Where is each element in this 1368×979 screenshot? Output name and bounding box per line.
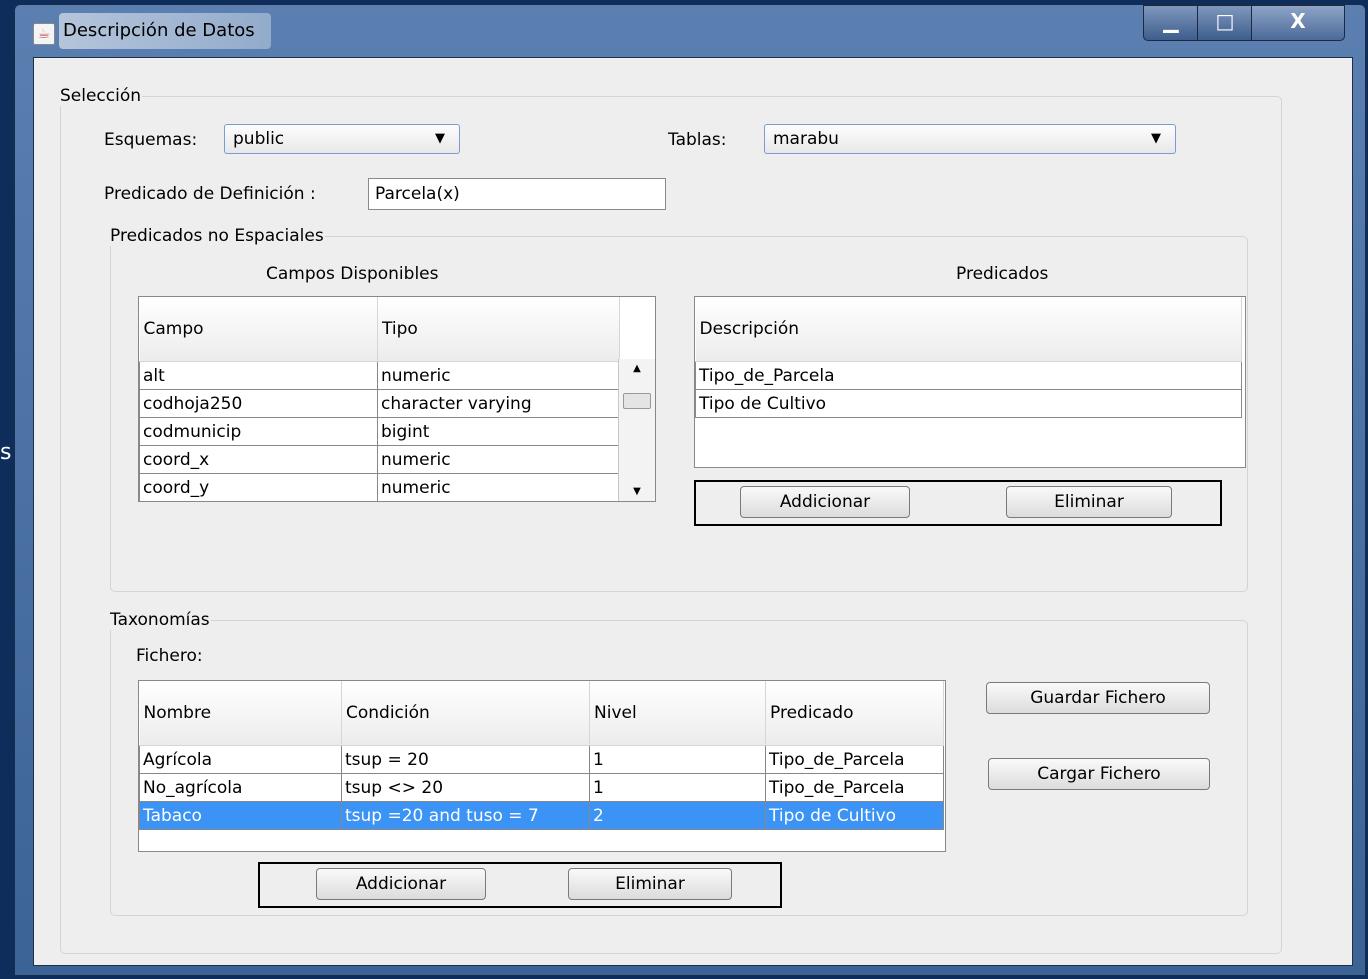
cargar-fichero-button[interactable]: Cargar Fichero (988, 758, 1210, 790)
table-cell: Tipo_de_Parcela (765, 745, 944, 774)
nombre-column-header[interactable]: Nombre (139, 681, 342, 746)
campos-disponibles-title: Campos Disponibles (266, 264, 439, 284)
tablas-combobox[interactable]: marabu ▼ (764, 124, 1176, 154)
nivel-column-header[interactable]: Nivel (589, 681, 766, 746)
fichero-label: Fichero: (136, 646, 203, 666)
table-cell: bigint (377, 417, 620, 446)
maximize-button[interactable]: □ (1197, 5, 1253, 41)
table-cell: Tabaco (139, 801, 342, 830)
table-cell: 2 (589, 801, 766, 830)
table-cell: Tipo_de_Parcela (765, 773, 944, 802)
table-row[interactable]: codmunicip bigint (139, 417, 620, 446)
minimize-button[interactable]: ▁ (1143, 5, 1199, 41)
close-button[interactable]: X (1251, 5, 1345, 41)
predicados-title: Predicados (956, 264, 1049, 284)
window-title: Descripción de Datos (59, 13, 271, 49)
table-row[interactable]: coord_y numeric (139, 473, 620, 501)
table-row-selected[interactable]: Tabaco tsup =20 and tuso = 7 2 Tipo de C… (139, 801, 944, 830)
chevron-down-icon: ▼ (1151, 131, 1161, 146)
eliminar-predicado-button[interactable]: Eliminar (1006, 486, 1172, 518)
table-row[interactable]: No_agrícola tsup <> 20 1 Tipo_de_Parcela (139, 773, 944, 802)
table-cell: codmunicip (139, 417, 378, 446)
dialog-content: Selección Esquemas: public ▼ Tablas: mar… (33, 57, 1353, 966)
table-row[interactable]: alt numeric (139, 361, 620, 390)
taxonomias-table-panel: Nombre Condición Nivel Predicado Agrícol… (138, 680, 946, 852)
campo-column-header[interactable]: Campo (139, 297, 378, 362)
table-cell: tsup <> 20 (341, 773, 590, 802)
table-cell: coord_y (139, 473, 378, 501)
table-row[interactable]: codhoja250 character varying (139, 389, 620, 418)
predicado-column-header[interactable]: Predicado (765, 681, 944, 746)
campos-table[interactable]: Campo Tipo alt numeric codhoja250 charac… (139, 297, 620, 501)
table-row[interactable]: coord_x numeric (139, 445, 620, 474)
table-row[interactable]: Tipo de Cultivo (695, 389, 1242, 418)
scroll-thumb[interactable] (623, 393, 651, 409)
campos-table-panel: Campo Tipo alt numeric codhoja250 charac… (138, 296, 656, 502)
eliminar-taxonomia-button[interactable]: Eliminar (568, 868, 732, 900)
table-cell: tsup = 20 (341, 745, 590, 774)
table-cell: Agrícola (139, 745, 342, 774)
table-row[interactable]: Agrícola tsup = 20 1 Tipo_de_Parcela (139, 745, 944, 774)
table-cell: Tipo de Cultivo (695, 389, 1242, 418)
condicion-column-header[interactable]: Condición (341, 681, 590, 746)
maximize-icon: □ (1215, 9, 1235, 33)
table-cell: character varying (377, 389, 620, 418)
taxonomias-legend: Taxonomías (110, 610, 210, 630)
table-cell: codhoja250 (139, 389, 378, 418)
close-icon: X (1290, 9, 1306, 33)
table-cell: numeric (377, 361, 620, 390)
addicionar-taxonomia-button[interactable]: Addicionar (316, 868, 486, 900)
predicados-table-panel: Descripción Tipo_de_Parcela Tipo de Cult… (694, 296, 1246, 468)
esquemas-value: public (233, 129, 285, 149)
campos-scrollbar[interactable]: ▲ ▼ (618, 359, 655, 501)
table-cell: Tipo de Cultivo (765, 801, 944, 830)
scroll-down-icon[interactable]: ▼ (619, 486, 655, 497)
addicionar-predicado-button[interactable]: Addicionar (740, 486, 910, 518)
table-cell: 1 (589, 773, 766, 802)
no-espaciales-legend: Predicados no Espaciales (110, 226, 324, 246)
esquemas-label: Esquemas: (104, 130, 198, 150)
scroll-up-icon[interactable]: ▲ (619, 363, 655, 374)
chevron-down-icon: ▼ (435, 131, 445, 146)
predicados-table[interactable]: Descripción Tipo_de_Parcela Tipo de Cult… (695, 297, 1242, 418)
guardar-fichero-button[interactable]: Guardar Fichero (986, 682, 1210, 714)
predicado-definicion-label: Predicado de Definición : (104, 184, 316, 204)
table-cell: tsup =20 and tuso = 7 (341, 801, 590, 830)
table-cell: alt (139, 361, 378, 390)
title-bar[interactable]: ☕ Descripción de Datos ▁ □ X (15, 5, 1365, 57)
table-cell: numeric (377, 473, 620, 501)
descripcion-column-header[interactable]: Descripción (695, 297, 1242, 362)
dialog-window: ☕ Descripción de Datos ▁ □ X Selección E… (14, 4, 1366, 976)
java-app-icon: ☕ (33, 23, 55, 45)
tablas-label: Tablas: (668, 130, 727, 150)
table-cell: coord_x (139, 445, 378, 474)
table-cell: Tipo_de_Parcela (695, 361, 1242, 390)
minimize-icon: ▁ (1163, 9, 1179, 33)
table-cell: No_agrícola (139, 773, 342, 802)
background-text-fragment: s (0, 440, 12, 465)
tipo-column-header[interactable]: Tipo (377, 297, 620, 362)
table-cell: 1 (589, 745, 766, 774)
table-row[interactable]: Tipo_de_Parcela (695, 361, 1242, 390)
table-cell: numeric (377, 445, 620, 474)
predicado-definicion-input[interactable]: Parcela(x) (368, 178, 666, 210)
taxonomias-table[interactable]: Nombre Condición Nivel Predicado Agrícol… (139, 681, 944, 830)
seleccion-legend: Selección (60, 86, 142, 106)
esquemas-combobox[interactable]: public ▼ (224, 124, 460, 154)
tablas-value: marabu (773, 129, 839, 149)
